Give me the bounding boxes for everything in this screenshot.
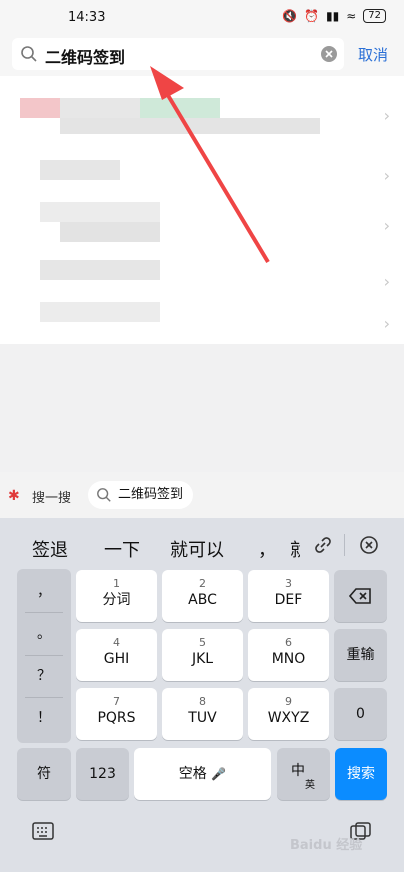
space-label: 空格 bbox=[178, 766, 207, 782]
watermark: Baidu 经验 bbox=[290, 838, 363, 853]
zh-label: 中 bbox=[291, 763, 305, 779]
arrow-annotation bbox=[150, 66, 270, 264]
key-4[interactable]: 4 GHI bbox=[76, 629, 157, 681]
candidate-word[interactable]: 就 bbox=[290, 536, 300, 562]
key-number: 2 bbox=[199, 577, 206, 590]
space-key[interactable]: 空格 🎤 bbox=[134, 748, 271, 800]
key-8[interactable]: 8 TUV bbox=[162, 688, 243, 740]
candidate-divider bbox=[344, 534, 345, 556]
key-6[interactable]: 6 MNO bbox=[248, 629, 329, 681]
key-2[interactable]: 2 ABC bbox=[162, 570, 243, 622]
search-icon bbox=[97, 488, 111, 502]
key-number: 8 bbox=[199, 695, 206, 708]
symbol-column[interactable]: ， 。 ？ ！ bbox=[17, 569, 71, 743]
numbers-button[interactable]: 123 bbox=[76, 748, 129, 800]
key-number: 7 bbox=[113, 695, 120, 708]
en-label: 英 bbox=[305, 780, 315, 791]
candidate-word[interactable]: 就可以 bbox=[170, 536, 224, 562]
link-icon[interactable] bbox=[312, 534, 334, 556]
symbol-question-key[interactable]: ？ bbox=[17, 665, 71, 685]
chevron-right-icon: › bbox=[383, 314, 390, 333]
suggestion-chip[interactable]: 二维码签到 bbox=[88, 481, 194, 509]
key-5[interactable]: 5 JKL bbox=[162, 629, 243, 681]
candidate-word[interactable]: ， bbox=[258, 536, 276, 562]
key-label: WXYZ bbox=[267, 710, 310, 726]
suggestion-chip-label: 二维码签到 bbox=[118, 487, 184, 502]
candidate-word[interactable]: 一下 bbox=[104, 536, 140, 562]
key-3[interactable]: 3 DEF bbox=[248, 570, 329, 622]
key-label: JKL bbox=[191, 651, 214, 667]
key-number: 9 bbox=[285, 695, 292, 708]
souyisou-logo-icon: ✱ bbox=[8, 488, 20, 504]
key-7[interactable]: 7 PQRS bbox=[76, 688, 157, 740]
close-candidates-icon[interactable] bbox=[358, 534, 380, 556]
key-number: 4 bbox=[113, 636, 120, 649]
result-row[interactable]: › bbox=[0, 298, 404, 346]
souyisou-label[interactable]: 搜一搜 bbox=[32, 487, 71, 506]
key-label: GHI bbox=[103, 651, 130, 667]
reenter-button[interactable]: 重输 bbox=[334, 629, 387, 681]
key-label: TUV bbox=[188, 710, 217, 726]
divider bbox=[25, 655, 63, 656]
key-label: DEF bbox=[274, 592, 303, 608]
key-9[interactable]: 9 WXYZ bbox=[248, 688, 329, 740]
symbols-button[interactable]: 符 bbox=[17, 748, 71, 800]
keyboard: 签退 一下 就可以 ， 就 ， 。 ？ ！ 1 分词 2 ABC 3 DEF 4… bbox=[0, 518, 404, 872]
blurred-content bbox=[40, 302, 160, 322]
key-label: 分词 bbox=[102, 592, 131, 608]
key-label: ABC bbox=[188, 592, 217, 608]
backspace-button[interactable] bbox=[334, 570, 387, 622]
key-label: MNO bbox=[271, 651, 306, 667]
microphone-icon: 🎤 bbox=[211, 767, 227, 781]
keyboard-switch-icon[interactable] bbox=[32, 822, 54, 840]
symbol-exclaim-key[interactable]: ！ bbox=[17, 707, 71, 727]
search-button[interactable]: 搜索 bbox=[335, 748, 387, 800]
key-label: PQRS bbox=[97, 710, 136, 726]
zero-key[interactable]: 0 bbox=[334, 688, 387, 740]
backspace-icon bbox=[348, 588, 371, 604]
divider bbox=[25, 612, 63, 613]
candidate-word[interactable]: 签退 bbox=[32, 536, 68, 562]
key-number: 3 bbox=[285, 577, 292, 590]
divider bbox=[25, 697, 63, 698]
language-toggle-button[interactable]: 中 英 bbox=[277, 748, 330, 800]
key-number: 5 bbox=[199, 636, 206, 649]
symbol-comma-key[interactable]: ， bbox=[17, 581, 71, 601]
key-1[interactable]: 1 分词 bbox=[76, 570, 157, 622]
symbol-period-key[interactable]: 。 bbox=[17, 623, 71, 643]
key-number: 6 bbox=[285, 636, 292, 649]
suggestion-strip: ✱ 搜一搜 二维码签到 bbox=[0, 472, 404, 518]
key-number: 1 bbox=[113, 577, 120, 590]
